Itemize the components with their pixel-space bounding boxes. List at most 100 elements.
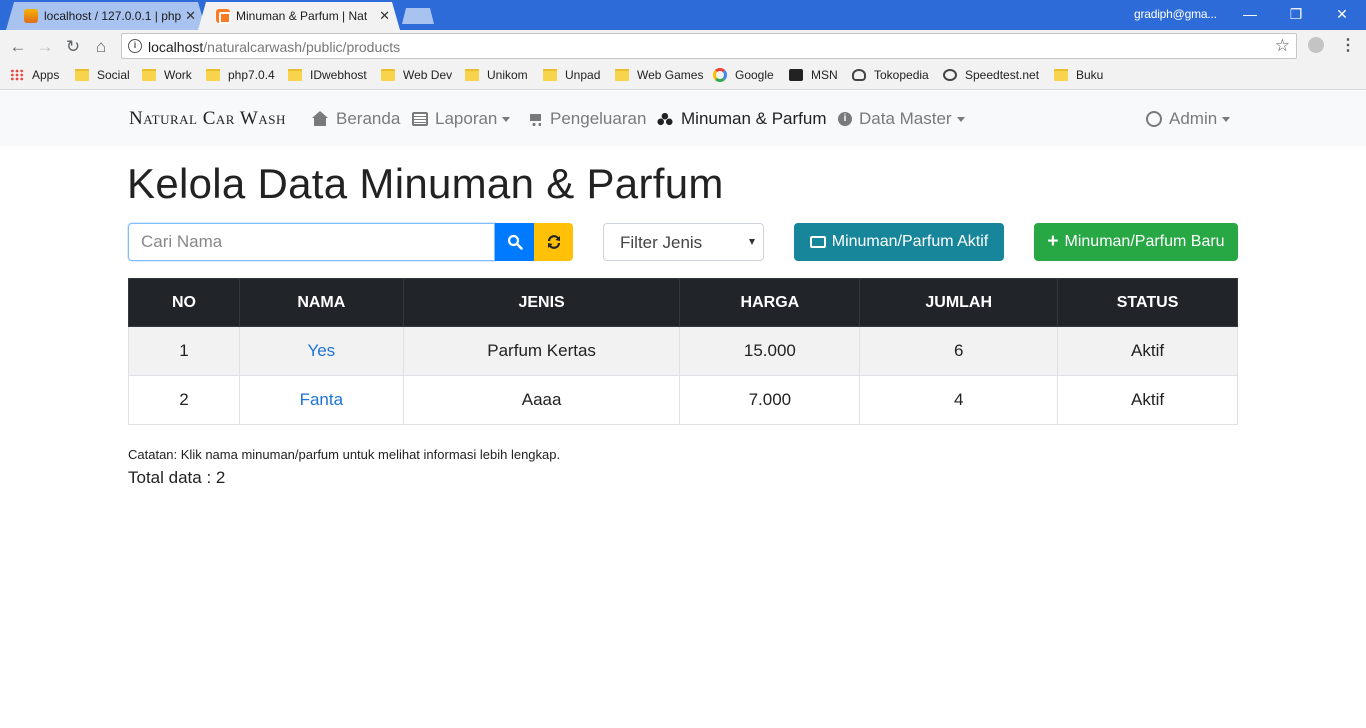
app-navbar: Natural Car Wash Beranda Laporan Pengelu… [0,91,1366,146]
nav-item-laporan[interactable]: Laporan [412,109,511,129]
apps-grid-icon [10,69,24,81]
bookmark-label: Tokopedia [874,68,929,82]
button-label: Minuman/Parfum Aktif [831,233,989,250]
bookmark-label: IDwebhost [310,68,367,82]
tab-minuman-parfum[interactable]: Minuman & Parfum | Nat ✕ [198,2,400,30]
profile-name[interactable]: gradiph@gma... [1134,7,1217,21]
restore-icon[interactable]: ❐ [1273,0,1319,28]
bookmark-google[interactable]: Google [713,68,774,82]
bookmark-webdev[interactable]: Web Dev [381,68,452,82]
bookmark-social[interactable]: Social [75,68,130,82]
close-icon[interactable]: ✕ [379,8,390,24]
refresh-button[interactable] [534,223,573,261]
bookmark-webgames[interactable]: Web Games [615,68,703,82]
button-label: Minuman/Parfum Baru [1064,233,1225,250]
nav-item-data-master[interactable]: i Data Master [838,109,965,129]
bookmark-tokopedia[interactable]: Tokopedia [852,68,929,82]
bookmark-unpad[interactable]: Unpad [543,68,600,82]
bookmark-apps[interactable]: Apps [10,68,59,82]
total-count: Total data : 2 [128,468,226,487]
active-items-button[interactable]: Minuman/Parfum Aktif [794,223,1004,261]
cell-nama-link[interactable]: Yes [238,326,404,376]
bookmark-msn[interactable]: MSN [789,68,838,82]
folder-icon [206,69,220,81]
reload-icon[interactable]: ↻ [61,35,85,59]
nav-item-label: Minuman & Parfum [681,109,827,128]
bookmark-star-icon[interactable]: ☆ [1275,36,1290,56]
nav-item-label: Admin [1169,109,1218,128]
plus-icon: + [1047,231,1059,252]
google-icon [713,68,727,82]
cell-no: 1 [128,326,240,376]
cell-jenis: Aaaa [402,375,681,425]
folder-icon [1054,69,1068,81]
site-info-icon[interactable]: i [128,39,142,53]
cell-status: Aktif [1057,375,1238,425]
window-close-icon[interactable]: ✕ [1319,0,1365,28]
caret-down-icon [956,116,965,122]
search-button[interactable] [495,223,534,261]
nav-item-admin[interactable]: Admin [1146,109,1231,129]
bookmark-unikom[interactable]: Unikom [465,68,528,82]
folder-icon [288,69,302,81]
tab-title: Minuman & Parfum | Nat [236,9,368,23]
bookmark-buku[interactable]: Buku [1054,68,1103,82]
cell-jumlah: 6 [859,326,1059,376]
bookmark-label: Buku [1076,68,1104,82]
bookmark-label: Web Dev [403,68,453,82]
folder-icon [381,69,395,81]
page-title: Kelola Data Minuman & Parfum [127,160,724,207]
browser-menu-icon[interactable]: ⋮ [1340,35,1356,55]
brand-logo[interactable]: Natural Car Wash [129,108,286,130]
back-icon[interactable]: ← [6,35,30,59]
home-icon[interactable]: ⌂ [89,35,113,59]
bookmark-speedtest[interactable]: Speedtest.net [943,68,1039,82]
table-note: Catatan: Klik nama minuman/parfum untuk … [128,447,561,462]
extension-icon[interactable] [1308,37,1324,53]
tab-phpmyadmin[interactable]: localhost / 127.0.0.1 | php ✕ [6,2,206,30]
nav-item-minuman-parfum[interactable]: Minuman & Parfum [655,109,827,129]
url-host: localhost [148,39,204,55]
bookmark-idwebhost[interactable]: IDwebhost [288,68,367,82]
bookmark-label: MSN [811,68,838,82]
add-item-button[interactable]: + Minuman/Parfum Baru [1034,223,1238,261]
cell-harga: 15.000 [679,326,861,376]
cubes-icon [655,112,674,126]
forward-icon[interactable]: → [33,35,57,59]
search-input[interactable] [128,223,495,261]
table-header-row: NO NAMA JENIS HARGA JUMLAH STATUS [128,278,1238,327]
products-table: NO NAMA JENIS HARGA JUMLAH STATUS 1 Yes … [128,278,1238,425]
close-icon[interactable]: ✕ [185,8,196,24]
nav-item-beranda[interactable]: Beranda [312,109,400,129]
table-row: 1 Yes Parfum Kertas 15.000 6 Aktif [128,326,1238,376]
column-header: STATUS [1057,278,1238,327]
folder-icon [615,69,629,81]
bookmark-label: Work [164,68,192,82]
cell-harga: 7.000 [679,375,861,425]
cell-jenis: Parfum Kertas [402,326,681,376]
column-header: JUMLAH [859,278,1059,327]
address-bar[interactable]: i localhost/naturalcarwash/public/produc… [121,33,1297,59]
msn-icon [789,69,803,81]
filter-jenis-value: Filter Jenis [620,233,703,252]
refresh-icon [547,235,560,249]
newspaper-icon [412,112,428,126]
search-icon [507,234,523,250]
bookmark-label: Social [97,68,130,82]
filter-jenis-select[interactable]: Filter Jenis [603,223,764,261]
phpmyadmin-icon [24,9,38,23]
url-text[interactable]: localhost/naturalcarwash/public/products [148,39,400,55]
browser-tabstrip: localhost / 127.0.0.1 | php ✕ Minuman & … [0,0,1366,30]
url-path: /naturalcarwash/public/products [203,39,401,55]
folder-icon [142,69,156,81]
bookmark-label: Unikom [487,68,528,82]
minimize-icon[interactable]: — [1227,0,1273,28]
bookmark-work[interactable]: Work [142,68,192,82]
cell-nama-link[interactable]: Fanta [238,375,404,425]
nav-item-pengeluaran[interactable]: Pengeluaran [527,109,646,129]
bookmark-php704[interactable]: php7.0.4 [206,68,275,82]
cart-icon [527,112,543,126]
new-tab-button[interactable] [402,8,434,24]
column-header: NO [128,278,240,327]
cell-no: 2 [128,375,240,425]
